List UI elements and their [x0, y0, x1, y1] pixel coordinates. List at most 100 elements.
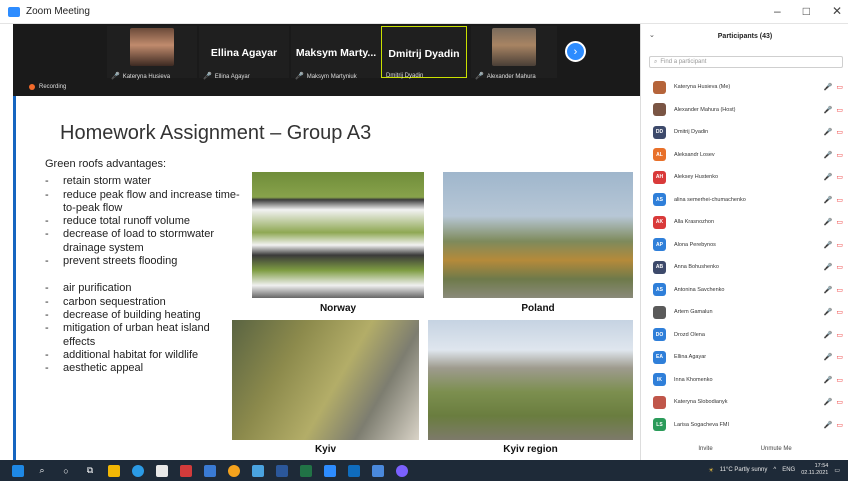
participant-avatar: AH	[653, 170, 666, 184]
video-off-icon: ▭	[836, 241, 843, 249]
video-tile[interactable]: Maksym Marty... 🎤 Maksym Martyniuk	[291, 26, 381, 80]
video-tile[interactable]: 🎤 Alexander Mahura	[471, 26, 557, 80]
video-off-icon: ▭	[836, 421, 843, 429]
participant-row[interactable]: LS Larisa Sogacheva FMI 🎤 ▭	[641, 414, 848, 437]
list-item: additional habitat for wildlife	[45, 349, 245, 363]
weather-label[interactable]: 11°C Partly sunny	[720, 467, 768, 473]
store-icon[interactable]	[156, 464, 168, 477]
participant-status-icons: 🎤 ▭	[824, 218, 843, 226]
list-item: retain storm water	[45, 175, 245, 189]
recording-dot-icon	[29, 84, 35, 90]
participant-name: Kateryna Slobodianyk	[674, 399, 728, 406]
video-off-icon: ▭	[836, 286, 843, 294]
tile-name: Ellina Agayar	[214, 74, 250, 80]
shared-slide: Homework Assignment – Group A3 Green roo…	[13, 96, 640, 460]
participant-avatar: AB	[653, 260, 666, 274]
caption-kyiv-region: Kyiv region	[503, 444, 558, 455]
video-off-icon: ▭	[836, 264, 843, 272]
participant-search-input[interactable]: ⌕ Find a participant	[649, 56, 843, 68]
video-tile-active-speaker[interactable]: Dmitrij Dyadin Dmitrij Dyadin	[381, 26, 467, 79]
cortana-icon[interactable]: ○	[60, 465, 72, 477]
advantages-heading: Green roofs advantages:	[45, 158, 167, 170]
video-tile[interactable]: 🎤 Kateryna Husieva	[107, 26, 197, 80]
participant-row[interactable]: AS alina semerhei-chumachenko 🎤 ▭	[641, 189, 848, 212]
list-item: reduce total runoff volume	[45, 215, 245, 229]
mail-icon[interactable]	[204, 464, 216, 477]
participant-row[interactable]: DD Dmitrij Dyadin 🎤 ▭	[641, 121, 848, 144]
video-tile[interactable]: Ellina Agayar 🎤 Ellina Agayar	[199, 26, 289, 80]
app-icon[interactable]	[372, 464, 384, 477]
search-icon[interactable]: ⌕	[36, 465, 48, 477]
app-icon[interactable]	[396, 464, 408, 477]
participant-row[interactable]: AK Alla Krasnozhon 🎤 ▭	[641, 211, 848, 234]
muted-mic-icon: 🎤	[823, 219, 833, 227]
participant-status-icons: 🎤 ▭	[824, 173, 843, 181]
participant-row[interactable]: AH Aleksey Hustenko 🎤 ▭	[641, 166, 848, 189]
excel-icon[interactable]	[300, 464, 312, 477]
participant-row[interactable]: EA Ellina Agayar 🎤 ▭	[641, 346, 848, 369]
participant-row[interactable]: AS Antonina Savchenko 🎤 ▭	[641, 279, 848, 302]
video-off-icon: ▭	[836, 174, 843, 182]
participant-avatar	[653, 103, 666, 117]
clock[interactable]: 17:54 02.11.2021	[801, 463, 828, 477]
participant-name: Drozd Olena	[674, 331, 705, 338]
participant-avatar: DD	[653, 125, 666, 139]
chevron-down-icon[interactable]: ⌄	[649, 31, 655, 39]
participant-status-icons: 🎤 ▭	[824, 263, 843, 271]
unmute-me-button[interactable]: Unmute Me	[755, 438, 797, 460]
participant-row[interactable]: AB Anna Bohushenko 🎤 ▭	[641, 256, 848, 279]
participant-row[interactable]: IK Inna Khomenko 🎤 ▭	[641, 369, 848, 392]
muted-mic-icon: 🎤	[823, 264, 833, 272]
task-view-icon[interactable]: ⧉	[84, 465, 96, 477]
muted-mic-icon: 🎤	[823, 286, 833, 294]
participant-row[interactable]: Artem Gamalun 🎤 ▭	[641, 301, 848, 324]
maximize-button[interactable]: □	[803, 4, 810, 18]
close-button[interactable]: ✕	[832, 4, 842, 18]
zoom-icon[interactable]	[324, 464, 336, 477]
video-off-icon: ▭	[836, 84, 843, 92]
caption-norway: Norway	[319, 303, 357, 314]
participant-name: Larisa Sogacheva FMI	[674, 421, 730, 428]
tray-chevron-icon[interactable]: ^	[773, 467, 776, 473]
muted-mic-icon: 🎤	[823, 354, 833, 362]
participant-avatar: EA	[653, 350, 666, 364]
meeting-main-area: 🎤 Kateryna Husieva Ellina Agayar 🎤 Ellina …	[13, 24, 640, 460]
participant-row[interactable]: Kateryna Husieva (Me) 🎤 ▭	[641, 76, 848, 99]
participant-name: Kateryna Husieva (Me)	[674, 84, 731, 91]
word-icon[interactable]	[276, 464, 288, 477]
participant-name: Alona Perebynos	[674, 241, 716, 248]
invite-button[interactable]: Invite	[693, 438, 718, 460]
next-page-button[interactable]: ›	[565, 41, 586, 62]
participant-row[interactable]: AL Aleksandr Losev 🎤 ▭	[641, 144, 848, 167]
participant-avatar: AK	[653, 215, 666, 229]
notifications-icon[interactable]: ▭	[834, 467, 840, 474]
participant-list: Kateryna Husieva (Me) 🎤 ▭ Alexander Mahura …	[641, 76, 848, 436]
muted-mic-icon: 🎤	[111, 73, 120, 80]
list-item: decrease of building heating	[45, 309, 245, 323]
participant-row[interactable]: Kateryna Slobodianyk 🎤 ▭	[641, 391, 848, 414]
caption-poland: Poland	[521, 303, 555, 314]
participant-row[interactable]: DO Drozd Olena 🎤 ▭	[641, 324, 848, 347]
video-off-icon: ▭	[836, 151, 843, 159]
app-icon[interactable]	[252, 464, 264, 477]
participant-row[interactable]: AP Alona Perebynos 🎤 ▭	[641, 234, 848, 257]
participant-row[interactable]: Alexander Mahura (Host) 🎤 ▭	[641, 99, 848, 122]
minimize-button[interactable]: –	[774, 4, 781, 18]
title-bar: Zoom Meeting – □ ✕	[0, 0, 848, 24]
edge-icon[interactable]	[132, 464, 144, 477]
muted-mic-icon: 🎤	[823, 399, 833, 407]
app-icon[interactable]	[180, 464, 192, 477]
muted-mic-icon: 🎤	[203, 73, 212, 80]
kyiv-roof-photo	[232, 320, 419, 440]
app-icon[interactable]	[348, 464, 360, 477]
start-icon[interactable]	[12, 464, 24, 477]
lang-indicator[interactable]: ENG	[782, 467, 795, 473]
weather-icon: ☀	[708, 467, 714, 474]
participant-name: Aleksey Hustenko	[674, 174, 719, 181]
muted-mic-icon: 🎤	[823, 309, 833, 317]
video-off-icon: ▭	[836, 376, 843, 384]
participant-name: Alexander Mahura (Host)	[674, 106, 736, 113]
file-explorer-icon[interactable]	[108, 464, 120, 477]
firefox-icon[interactable]	[228, 464, 240, 477]
participant-avatar: LS	[653, 418, 666, 432]
